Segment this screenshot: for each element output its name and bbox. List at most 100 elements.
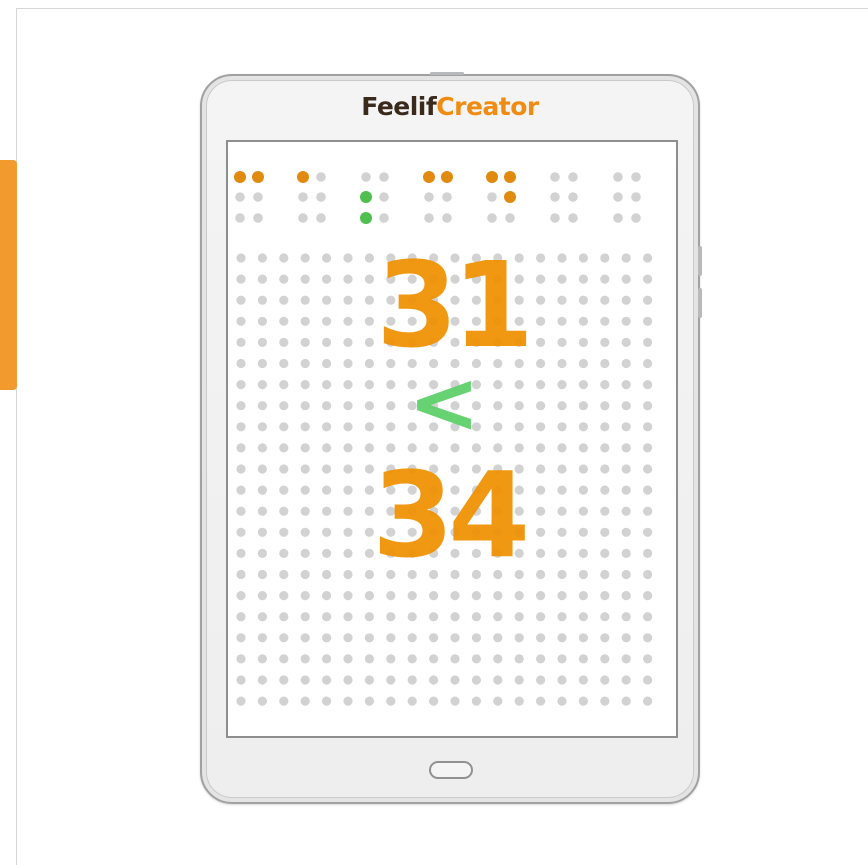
grid-dot: [536, 274, 546, 284]
grid-dot: [364, 253, 374, 263]
grid-dot: [322, 253, 332, 263]
grid-dot: [236, 675, 246, 685]
grid-dot: [236, 380, 246, 390]
grid-dot: [493, 591, 503, 601]
grid-dot: [279, 443, 289, 453]
grid-dot: [364, 380, 374, 390]
braille-dot: [361, 172, 371, 182]
grid-dot: [257, 316, 267, 326]
grid-dot: [621, 548, 631, 559]
braille-dot: [253, 213, 263, 223]
grid-dot: [557, 654, 567, 664]
grid-dot: [236, 295, 246, 305]
braille-dot: [235, 192, 245, 202]
grid-dot: [236, 316, 246, 326]
grid-dot: [536, 337, 546, 347]
grid-dot: [557, 527, 567, 537]
grid-dot: [279, 380, 289, 390]
grid-dot: [322, 654, 332, 664]
grid-dot: [536, 443, 546, 453]
grid-dot: [536, 696, 546, 706]
grid-dot: [300, 548, 310, 559]
grid-dot: [236, 591, 246, 601]
grid-dot: [322, 569, 332, 580]
grid-dot: [578, 506, 589, 516]
grid-dot: [621, 633, 631, 643]
grid-dot: [600, 295, 610, 305]
grid-dot: [557, 358, 567, 369]
grid-dot: [407, 633, 417, 643]
grid-dot: [279, 337, 289, 347]
grid-dot: [322, 443, 332, 453]
grid-dot: [450, 612, 460, 622]
grid-dot: [236, 464, 246, 474]
grid-dot: [557, 401, 567, 411]
grid-dot: [493, 401, 503, 411]
grid-dot: [600, 253, 610, 263]
grid-dot: [536, 464, 546, 474]
grid-dot: [493, 675, 503, 685]
grid-dot: [600, 485, 610, 495]
page: FeelifCreator 31 < 34: [0, 0, 868, 865]
grid-dot: [557, 612, 567, 622]
grid-dot: [257, 612, 267, 622]
grid-dot: [536, 401, 546, 411]
grid-dot: [557, 295, 567, 305]
grid-dot: [236, 401, 246, 411]
grid-dot: [600, 591, 610, 601]
grid-dot: [429, 591, 439, 601]
braille-dot: [235, 213, 245, 223]
grid-dot: [300, 591, 310, 601]
grid-dot: [450, 591, 460, 601]
grid-dot: [300, 358, 310, 369]
grid-dot: [643, 380, 653, 390]
grid-dot: [386, 422, 396, 432]
grid-dot: [557, 464, 567, 474]
grid-dot: [300, 316, 310, 326]
grid-dot: [236, 633, 246, 643]
grid-dot: [471, 591, 481, 601]
grid-dot: [364, 633, 374, 643]
grid-dot: [300, 612, 310, 622]
grid-dot: [279, 253, 289, 263]
grid-dot: [343, 401, 353, 411]
number-a: 31: [376, 236, 534, 374]
grid-dot: [279, 612, 289, 622]
grid-dot: [279, 633, 289, 643]
grid-dot: [643, 337, 653, 347]
grid-dot: [343, 253, 353, 263]
grid-dot: [578, 358, 589, 369]
grid-dot: [643, 443, 653, 453]
grid-dot: [343, 316, 353, 326]
grid-dot: [643, 274, 653, 284]
grid-dot: [300, 380, 310, 390]
grid-dot: [536, 316, 546, 326]
grid-dot: [643, 633, 653, 643]
grid-dot: [471, 675, 481, 685]
braille-dot: [613, 213, 623, 223]
grid-dot: [643, 696, 653, 706]
grid-dot: [236, 274, 246, 284]
grid-dot: [643, 253, 653, 263]
braille-dot: [568, 192, 578, 202]
grid-dot: [236, 506, 246, 516]
braille-dot-raised: [486, 171, 498, 183]
grid-dot: [236, 654, 246, 664]
home-button[interactable]: [429, 761, 473, 779]
grid-dot: [236, 358, 246, 369]
grid-dot: [514, 380, 524, 390]
grid-dot: [450, 696, 460, 706]
grid-dot: [578, 591, 589, 601]
grid-dot: [471, 696, 481, 706]
grid-dot: [557, 337, 567, 347]
grid-dot: [600, 337, 610, 347]
grid-dot: [643, 464, 653, 474]
grid-dot: [429, 675, 439, 685]
grid-dot: [343, 295, 353, 305]
grid-dot: [536, 548, 546, 559]
braille-dot-raised: [441, 171, 453, 183]
braille-dot: [550, 213, 560, 223]
grid-dot: [279, 422, 289, 432]
grid-dot: [407, 654, 417, 664]
braille-dot: [550, 172, 560, 182]
